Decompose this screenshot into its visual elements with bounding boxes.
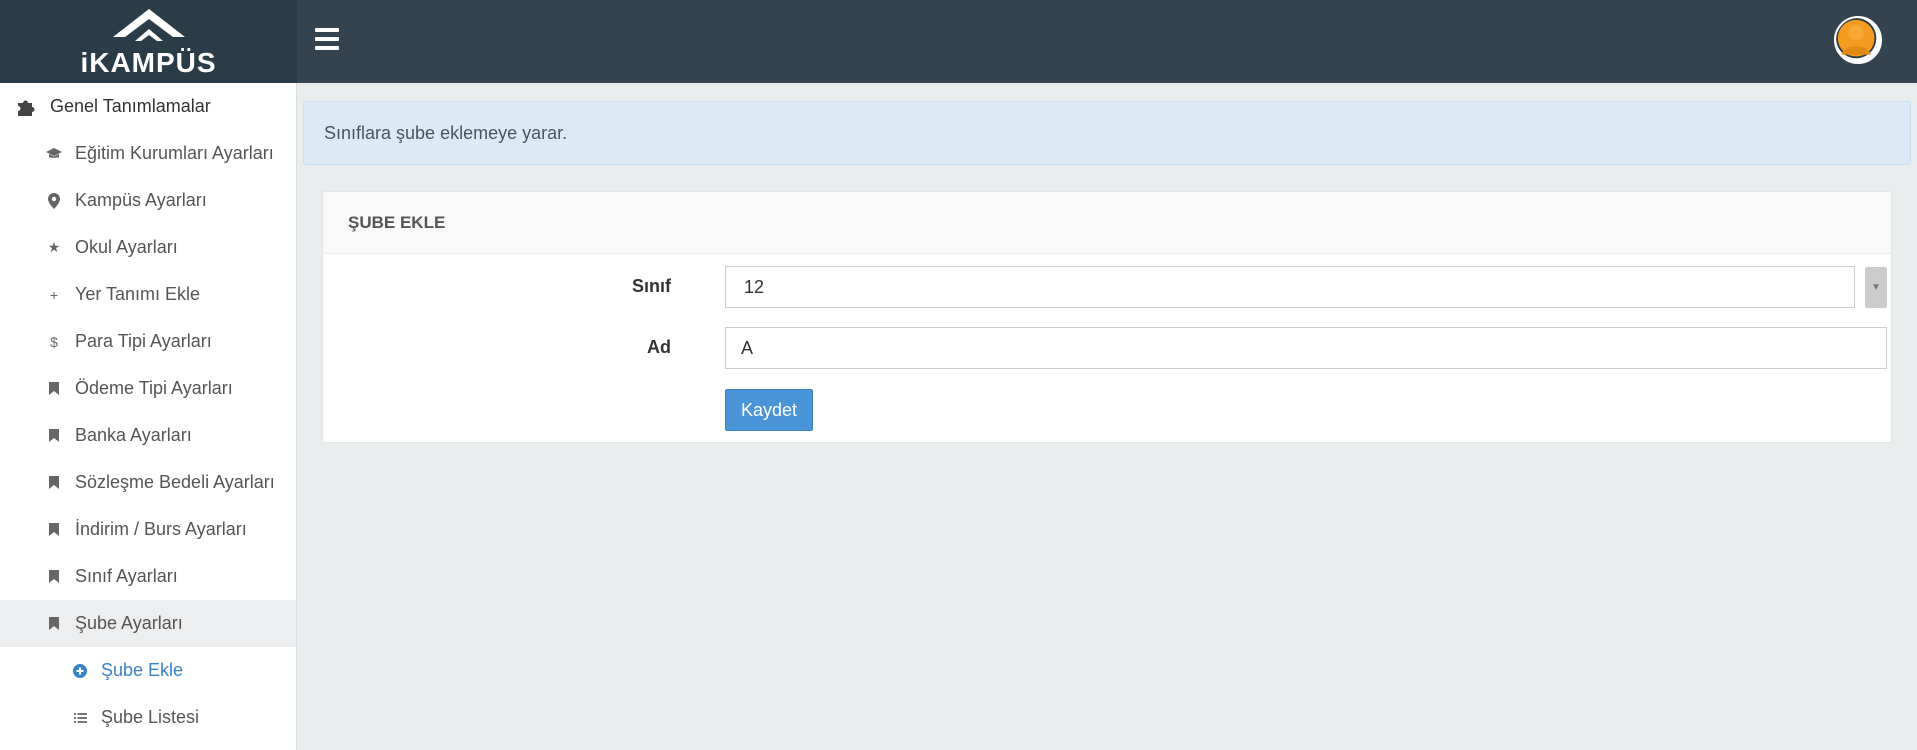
panel-title: ŞUBE EKLE — [323, 192, 1891, 254]
sidebar-subitem-label: Şube Listesi — [101, 707, 200, 727]
plus-circle-icon — [72, 663, 88, 678]
sidebar-item-label: Ödeme Tipi Ayarları — [75, 378, 233, 398]
puzzle-piece-icon — [14, 97, 38, 117]
list-icon — [72, 712, 88, 723]
sidebar-item-label: Eğitim Kurumları Ayarları — [75, 143, 274, 163]
class-label: Sınıf — [632, 276, 671, 296]
sidebar-item-label: Para Tipi Ayarları — [75, 331, 212, 351]
bookmark-icon — [46, 570, 62, 583]
sidebar-subitem-label: Şube Ekle — [101, 660, 184, 680]
sidebar-item-label: Yer Tanımı Ekle — [75, 284, 201, 304]
sidebar-item-label: İndirim / Burs Ayarları — [75, 519, 247, 539]
sidebar-item-label: Okul Ayarları — [75, 237, 178, 257]
sidebar-item-education-institutions[interactable]: Eğitim Kurumları Ayarları — [0, 130, 296, 177]
bookmark-icon — [46, 523, 62, 536]
hamburger-menu-icon[interactable] — [315, 28, 339, 50]
bookmark-icon — [46, 382, 62, 395]
sidebar-item-location[interactable]: + Yer Tanımı Ekle — [0, 271, 296, 318]
star-icon: ★ — [47, 239, 61, 255]
sidebar-item-payment-type[interactable]: Ödeme Tipi Ayarları — [0, 365, 296, 412]
logo[interactable]: iKAMPÜS — [0, 0, 297, 83]
sidebar-item-currency[interactable]: $ Para Tipi Ayarları — [0, 318, 296, 365]
sidebar-item-label: Sınıf Ayarları — [75, 566, 178, 586]
bookmark-icon — [46, 429, 62, 442]
sidebar-item-campus[interactable]: Kampüs Ayarları — [0, 177, 296, 224]
class-select-value: 12 — [744, 276, 765, 297]
map-marker-icon — [46, 192, 62, 209]
info-alert: Sınıflara şube eklemeye yarar. — [303, 101, 1911, 165]
sidebar-item-label: Kampüs Ayarları — [75, 190, 207, 210]
bookmark-icon — [46, 617, 62, 630]
logo-text: iKAMPÜS — [80, 46, 217, 78]
add-branch-panel: ŞUBE EKLE Sınıf 12 ▼ Ad Kaydet — [322, 191, 1892, 443]
sidebar-subitem-add-branch[interactable]: Şube Ekle — [0, 647, 296, 694]
name-form-row: Ad — [323, 327, 1891, 369]
bookmark-icon — [46, 476, 62, 489]
chevron-down-icon[interactable]: ▼ — [1865, 267, 1887, 308]
sidebar-section-label: Genel Tanımlamalar — [50, 96, 211, 116]
sidebar-item-bank[interactable]: Banka Ayarları — [0, 412, 296, 459]
sidebar-item-contract-fee[interactable]: Sözleşme Bedeli Ayarları — [0, 459, 296, 506]
sidebar-item-discount[interactable]: İndirim / Burs Ayarları — [0, 506, 296, 553]
save-button[interactable]: Kaydet — [725, 389, 813, 431]
sidebar-item-class[interactable]: Sınıf Ayarları — [0, 553, 296, 600]
sidebar-item-label: Banka Ayarları — [75, 425, 192, 445]
sidebar-item-branch[interactable]: Şube Ayarları — [0, 600, 296, 647]
info-alert-text: Sınıflara şube eklemeye yarar. — [324, 122, 568, 143]
sidebar-item-label: Şube Ayarları — [75, 613, 183, 633]
class-select[interactable]: 12 — [725, 266, 1855, 308]
class-form-row: Sınıf 12 ▼ — [323, 266, 1891, 308]
sidebar: Genel Tanımlamalar Eğitim Kurumları Ayar… — [0, 83, 297, 750]
dollar-icon: $ — [50, 333, 58, 350]
logo-icon — [112, 8, 185, 41]
top-navbar — [297, 0, 1917, 83]
actions-row: Kaydet — [323, 389, 1891, 431]
sidebar-subitem-branch-list[interactable]: Şube Listesi — [0, 694, 296, 741]
graduation-cap-icon — [46, 147, 62, 160]
name-label: Ad — [647, 337, 671, 357]
sidebar-item-school[interactable]: ★ Okul Ayarları — [0, 224, 296, 271]
sidebar-section-general[interactable]: Genel Tanımlamalar — [0, 83, 296, 130]
sidebar-item-label: Sözleşme Bedeli Ayarları — [75, 472, 275, 492]
name-input[interactable] — [725, 327, 1887, 369]
user-avatar-icon[interactable] — [1834, 16, 1882, 64]
plus-icon: + — [49, 286, 59, 303]
